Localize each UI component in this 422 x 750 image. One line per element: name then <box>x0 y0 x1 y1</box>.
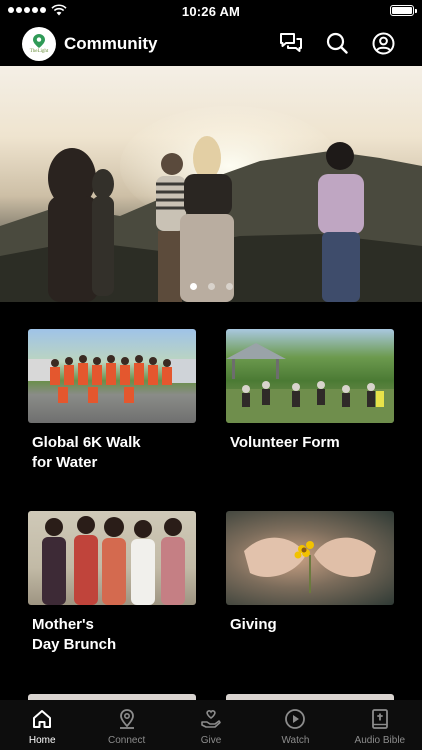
bottom-tab-bar: Home Connect Give Watch Audio Bible <box>0 700 422 750</box>
tab-home[interactable]: Home <box>0 700 84 750</box>
tab-label: Audio Bible <box>354 735 406 746</box>
profile-button[interactable] <box>370 30 396 56</box>
tab-label: Home <box>28 735 56 746</box>
church-logo[interactable]: TheLight <box>22 27 56 61</box>
home-icon <box>30 707 54 731</box>
search-icon <box>326 32 348 54</box>
carousel-dot-2[interactable] <box>207 283 215 290</box>
play-circle-icon <box>283 707 307 731</box>
tab-label: Watch <box>281 735 310 746</box>
carousel-dot-3[interactable] <box>225 283 233 290</box>
app-header: TheLight Community <box>0 22 422 66</box>
card-title: Mother's Day Brunch <box>32 616 117 653</box>
card-title: Giving <box>230 616 277 633</box>
hero-image <box>0 136 422 302</box>
carousel-indicator <box>0 283 422 290</box>
card-mothers-day-brunch[interactable]: Mother's Day Brunch <box>28 511 196 655</box>
giving-hand-icon <box>199 707 223 731</box>
wifi-icon <box>51 4 67 16</box>
card-title: Volunteer Form <box>230 434 340 451</box>
messages-button[interactable] <box>278 30 304 56</box>
location-pin-logo-icon <box>33 34 45 48</box>
status-bar: 10:26 AM <box>0 0 422 22</box>
page-title: Community <box>64 34 158 53</box>
card-giving[interactable]: Giving <box>226 511 394 635</box>
search-button[interactable] <box>324 30 350 56</box>
carousel-dot-1[interactable] <box>189 283 197 290</box>
card-image-picnic <box>226 329 394 423</box>
map-pin-icon <box>115 707 139 731</box>
cell-signal-icon <box>8 7 46 13</box>
logo-text: TheLight <box>29 49 49 54</box>
tab-audio-bible[interactable]: Audio Bible <box>338 700 422 750</box>
card-global-walk[interactable]: Global 6K Walk for Water <box>28 329 196 473</box>
status-time: 10:26 AM <box>181 3 241 19</box>
tab-connect[interactable]: Connect <box>84 700 168 750</box>
tab-watch[interactable]: Watch <box>253 700 337 750</box>
hero-carousel[interactable] <box>0 66 422 302</box>
card-image-walk-group <box>28 329 196 423</box>
card-image-women-group <box>28 511 196 605</box>
card-image-hands-flower <box>226 511 394 605</box>
tab-label: Give <box>200 735 222 746</box>
battery-icon <box>390 5 417 16</box>
tab-give[interactable]: Give <box>169 700 253 750</box>
user-circle-icon <box>372 32 394 54</box>
tab-label: Connect <box>107 735 146 746</box>
signal-indicator <box>8 4 67 16</box>
chat-bubbles-icon <box>280 33 302 52</box>
card-title: Global 6K Walk for Water <box>32 434 141 471</box>
bible-icon <box>368 707 392 731</box>
card-volunteer-form[interactable]: Volunteer Form <box>226 329 394 453</box>
